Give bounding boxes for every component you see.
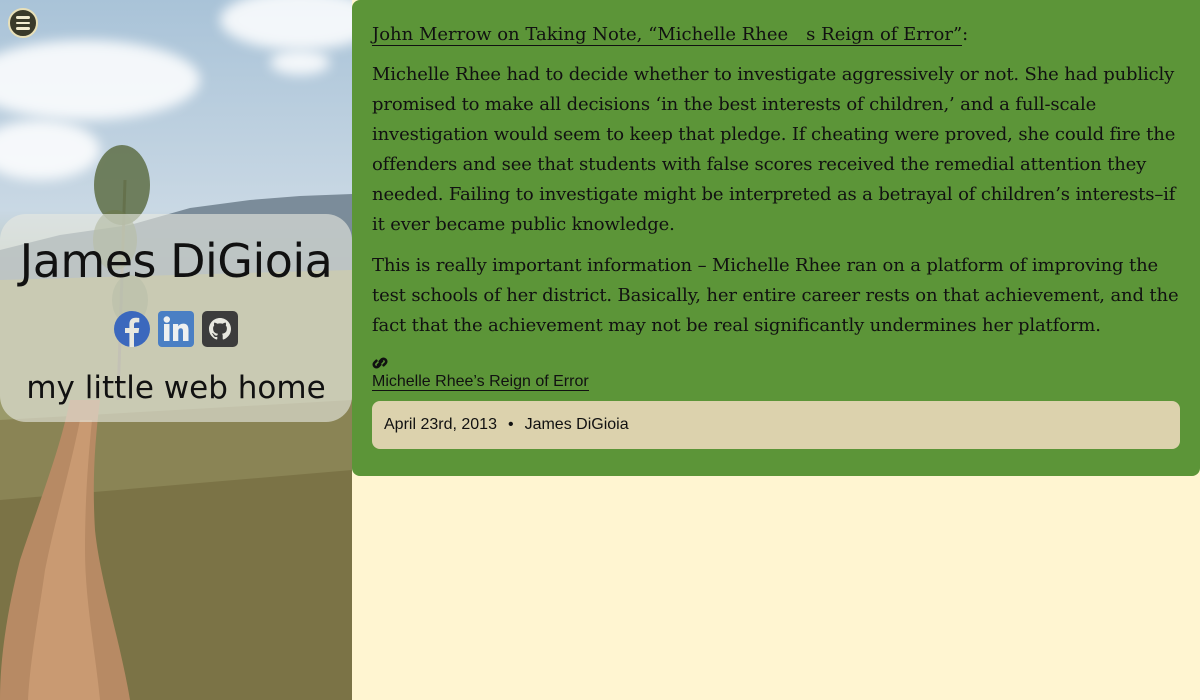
post-intro: John Merrow on Taking Note, “Michelle Rh… (372, 20, 1180, 50)
sidebar: James DiGioia my little web home (0, 0, 352, 700)
meta-separator: • (507, 416, 514, 433)
post-article: John Merrow on Taking Note, “Michelle Rh… (352, 0, 1200, 476)
facebook-icon[interactable] (113, 310, 151, 348)
menu-bar (16, 21, 30, 25)
site-title[interactable]: James DiGioia (0, 234, 352, 288)
chain-link-icon (372, 357, 388, 369)
intro-link[interactable]: John Merrow on Taking Note, “Michelle Rh… (372, 24, 963, 46)
site-tagline: my little web home (26, 370, 326, 406)
github-icon[interactable] (201, 310, 239, 348)
menu-bar (16, 27, 30, 30)
linkedin-icon[interactable] (157, 310, 195, 348)
post-author[interactable]: James DiGioia (525, 416, 629, 434)
menu-bar (16, 16, 30, 19)
profile-card: James DiGioia my little web home (0, 214, 352, 422)
post-date[interactable]: April 23rd, 2013 (384, 416, 497, 434)
post-paragraph: This is really important information – M… (372, 255, 1179, 336)
post-meta: April 23rd, 2013 • James DiGioia (372, 401, 1180, 449)
social-links (0, 310, 352, 348)
post-paragraph: Michelle Rhee had to decide whether to i… (372, 64, 1176, 235)
intro-suffix: : (962, 24, 969, 45)
menu-button[interactable] (8, 8, 38, 38)
source-link[interactable]: Michelle Rhee’s Reign of Error (372, 373, 589, 391)
source-link-block: Michelle Rhee’s Reign of Error (372, 355, 1180, 392)
